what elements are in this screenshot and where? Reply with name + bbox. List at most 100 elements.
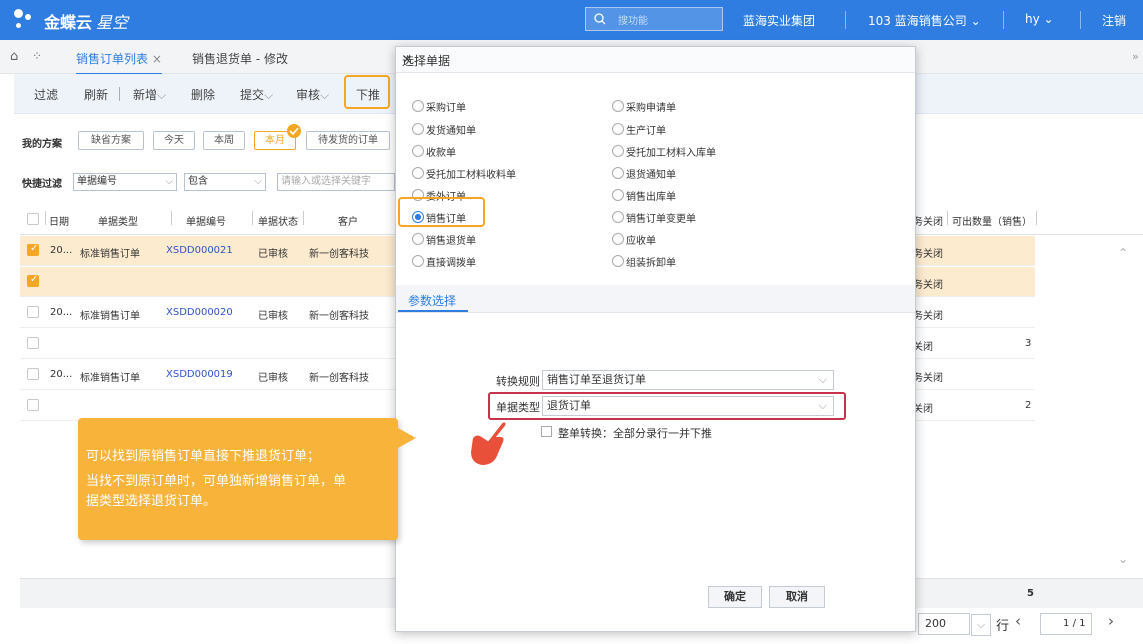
- radio-consigned-material-storage[interactable]: 受托加工材料入库单: [612, 144, 716, 159]
- ok-button[interactable]: 确定: [708, 586, 762, 608]
- chevron-down-icon: ⌄: [1043, 12, 1054, 26]
- divider: [45, 211, 46, 225]
- radio-delivery-notice[interactable]: 发货通知单: [412, 122, 476, 137]
- audit-button[interactable]: 审核⌵: [296, 86, 329, 103]
- next-page-icon[interactable]: ›: [1108, 612, 1114, 630]
- radio-direct-transfer[interactable]: 直接调拨单: [412, 254, 476, 269]
- divider: [303, 211, 304, 225]
- row-checkbox[interactable]: [27, 337, 39, 349]
- tab-sales-return-edit[interactable]: 销售退货单 - 修改: [192, 50, 288, 67]
- company-switch[interactable]: 103 蓝海销售公司 ⌄: [868, 12, 981, 29]
- delete-button[interactable]: 删除: [191, 86, 215, 103]
- search-icon: [594, 13, 606, 25]
- param-section-tab[interactable]: 参数选择: [396, 285, 915, 313]
- row-checkbox[interactable]: [27, 399, 39, 411]
- scheme-chip-this-week[interactable]: 本周: [203, 131, 245, 150]
- row-checkbox[interactable]: [27, 306, 39, 318]
- conversion-rule-select[interactable]: 销售订单至退货订单 ⌵: [542, 370, 834, 390]
- cell-date: 20...: [50, 245, 73, 256]
- radio-assembly-disassembly[interactable]: 组装拆卸单: [612, 254, 676, 269]
- submit-button[interactable]: 提交⌵: [240, 86, 273, 103]
- cell-close: 关闭: [913, 404, 933, 415]
- org-switch[interactable]: 蓝海实业集团: [743, 12, 815, 29]
- col-available-qty[interactable]: 可出数量（销售）: [952, 213, 1032, 228]
- home-icon[interactable]: ⌂: [10, 49, 18, 64]
- cell-doc-no-link[interactable]: XSDD000021: [166, 245, 233, 256]
- divider: [1036, 211, 1037, 225]
- divider: [119, 87, 120, 101]
- function-search-input[interactable]: 搜功能: [585, 7, 723, 31]
- col-date[interactable]: 日期: [49, 213, 69, 228]
- radio-receipt[interactable]: 收款单: [412, 144, 456, 159]
- radio-consigned-material-receipt[interactable]: 受托加工材料收料单: [412, 166, 516, 181]
- divider: [252, 211, 253, 225]
- apps-grid-icon[interactable]: ⁘: [32, 49, 42, 63]
- divider: [947, 211, 948, 225]
- cell-doc-no-link[interactable]: XSDD000020: [166, 307, 233, 318]
- scheme-chip-today[interactable]: 今天: [153, 131, 195, 150]
- chevron-down-icon: ⌵: [264, 88, 274, 102]
- add-button[interactable]: 新增⌵: [133, 86, 166, 103]
- filter-field-select[interactable]: 单据编号 ⌵: [73, 173, 177, 191]
- filter-button[interactable]: 过滤: [34, 86, 58, 103]
- scroll-down-icon[interactable]: ⌄: [1118, 552, 1128, 566]
- select-all-checkbox[interactable]: [27, 213, 39, 225]
- scheme-chip-default[interactable]: 缺省方案: [78, 131, 144, 150]
- push-down-highlight: [344, 75, 390, 109]
- refresh-button[interactable]: 刷新: [84, 86, 108, 103]
- user-menu[interactable]: hy ⌄: [1025, 12, 1054, 26]
- col-close-status[interactable]: 务关闭: [913, 213, 943, 228]
- col-customer[interactable]: 客户: [338, 213, 358, 228]
- col-doc-status[interactable]: 单据状态: [258, 213, 298, 228]
- row-checkbox[interactable]: [27, 274, 39, 287]
- scheme-chip-pending-shipment[interactable]: 待发货的订单: [306, 131, 390, 150]
- col-doc-type[interactable]: 单据类型: [98, 213, 138, 228]
- radio-receivable[interactable]: 应收单: [612, 232, 656, 247]
- cell-doc-type: 标准销售订单: [80, 249, 140, 260]
- tab-sales-order-list[interactable]: 销售订单列表 ×: [76, 50, 162, 75]
- prev-page-icon[interactable]: ‹: [1015, 612, 1021, 630]
- cell-status: 已审核: [258, 249, 288, 260]
- cell-close: 关闭: [913, 342, 933, 353]
- row-checkbox[interactable]: [27, 243, 39, 256]
- cell-close: 务关闭: [913, 280, 943, 291]
- search-placeholder: 搜功能: [618, 16, 648, 27]
- cell-doc-no-link[interactable]: XSDD000019: [166, 369, 233, 380]
- cell-date: 20...: [50, 369, 73, 380]
- filter-keyword-input[interactable]: 请输入或选择关键字: [277, 173, 395, 191]
- divider: [1003, 11, 1004, 29]
- whole-convert-checkbox[interactable]: [541, 426, 552, 437]
- chevron-down-icon: ⌄: [970, 14, 981, 28]
- quick-filter-label: 快捷过滤: [22, 179, 62, 190]
- doc-type-highlight: [488, 392, 846, 420]
- close-icon[interactable]: ×: [402, 52, 905, 66]
- radio-purchase-request[interactable]: 采购申请单: [612, 99, 676, 114]
- cell-doc-type: 标准销售订单: [80, 311, 140, 322]
- chevron-down-icon: ⌵: [320, 88, 330, 102]
- row-checkbox[interactable]: [27, 368, 39, 380]
- filter-operator-select[interactable]: 包含 ⌵: [184, 173, 266, 191]
- col-doc-no[interactable]: 单据编号: [186, 213, 226, 228]
- close-icon[interactable]: ×: [152, 52, 162, 66]
- page-size-select[interactable]: 200 ⌵: [918, 613, 991, 636]
- radio-purchase-order[interactable]: 采购订单: [412, 99, 466, 114]
- rows-label: 行: [996, 619, 1010, 634]
- tip-line-1: 可以找到原销售订单直接下推退货订单；: [86, 449, 321, 464]
- cell-close: 务关闭: [913, 249, 943, 260]
- chevron-down-icon[interactable]: »: [1132, 50, 1139, 63]
- cell-qty: 2: [1025, 400, 1032, 411]
- chevron-down-icon: ⌵: [157, 88, 167, 102]
- radio-production-order[interactable]: 生产订单: [612, 122, 666, 137]
- my-scheme-label: 我的方案: [22, 139, 62, 150]
- logout-link[interactable]: 注销: [1102, 12, 1126, 29]
- radio-sales-order-change[interactable]: 销售订单变更单: [612, 210, 696, 225]
- radio-sales-return[interactable]: 销售退货单: [412, 232, 476, 247]
- check-badge-icon: [287, 124, 301, 138]
- divider: [845, 11, 846, 29]
- scroll-up-icon[interactable]: ⌃: [1118, 246, 1128, 260]
- radio-sales-outbound[interactable]: 销售出库单: [612, 188, 676, 203]
- cancel-button[interactable]: 取消: [769, 586, 825, 608]
- conversion-rule-label: 转换规则: [496, 375, 540, 388]
- radio-return-notice[interactable]: 退货通知单: [612, 166, 676, 181]
- page-number-input[interactable]: 1 / 1: [1040, 613, 1092, 635]
